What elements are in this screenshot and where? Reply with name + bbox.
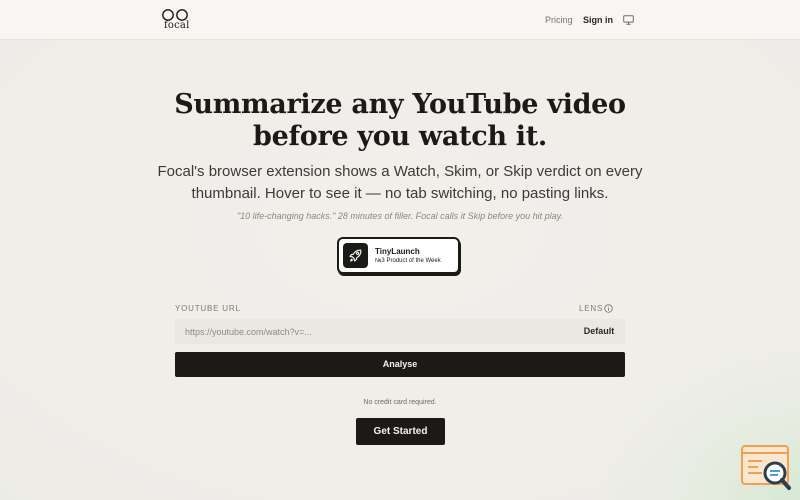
get-started-button[interactable]: Get Started [356,418,445,445]
nav-link-pricing[interactable]: Pricing [545,15,573,25]
youtube-url-input[interactable] [175,319,573,344]
subhead-line-2: thumbnail. Hover to see it — no tab swit… [191,185,609,202]
headline-line-2: before you watch it. [252,121,548,152]
feedback-widget-icon[interactable] [740,444,792,492]
top-nav-bar: focal Pricing Sign in [0,0,800,40]
nav-link-sign-in[interactable]: Sign in [583,15,613,25]
lens-label: LENS [579,304,604,313]
subhead-line-1: Focal's browser extension shows a Watch,… [157,163,643,180]
hero-headline: Summarize any YouTube video before you w… [120,89,680,153]
youtube-url-label: YOUTUBE URL [175,304,241,313]
badge-title: TinyLaunch [375,247,420,256]
badge-icon-box [343,243,368,268]
lens-select[interactable]: Default [573,319,625,344]
monitor-icon[interactable] [623,15,634,25]
hero-subhead: Focal's browser extension shows a Watch,… [150,161,650,205]
headline-line-1: Summarize any YouTube video [174,89,626,120]
tinylaunch-badge[interactable]: TinyLaunch №3 Product of the Week [337,237,460,274]
analyse-button[interactable]: Analyse [175,352,625,377]
hero-quote: "10 life-changing hacks." 28 minutes of … [236,211,564,221]
rocket-icon [349,249,362,262]
no-credit-card-note: No credit card required. [363,399,437,406]
info-icon[interactable] [604,304,613,313]
logo-text: focal [164,20,190,31]
badge-subtitle: №3 Product of the Week [375,258,441,264]
